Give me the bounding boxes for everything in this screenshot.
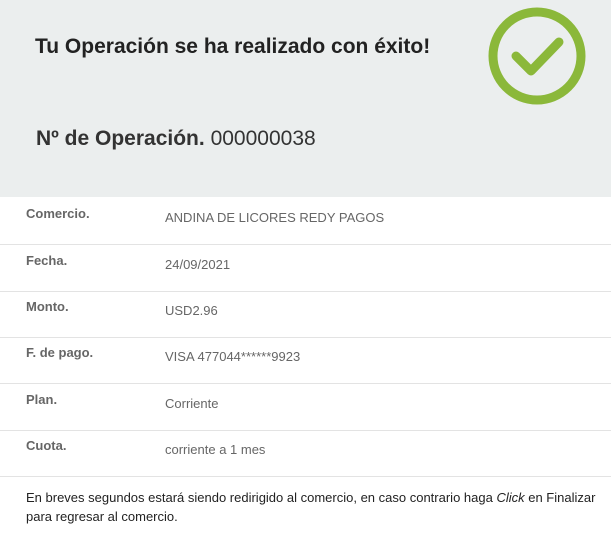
redirect-notice: En breves segundos estará siendo redirig… xyxy=(26,488,601,526)
operation-number-value: 000000038 xyxy=(210,127,316,150)
success-title: Tu Operación se ha realizado con éxito! xyxy=(35,35,431,58)
detail-label: Fecha. xyxy=(26,253,68,268)
detail-label: Plan. xyxy=(26,392,58,407)
detail-label: Comercio. xyxy=(26,206,90,221)
success-header: Tu Operación se ha realizado con éxito! … xyxy=(0,0,611,197)
detail-label: Monto. xyxy=(26,299,69,314)
detail-value: USD2.96 xyxy=(165,303,218,318)
detail-label: Cuota. xyxy=(26,438,67,453)
detail-value: corriente a 1 mes xyxy=(165,442,266,457)
redirect-notice-emphasis: Click xyxy=(496,490,525,505)
detail-row-monto: Monto. USD2.96 xyxy=(0,291,611,338)
detail-row-fecha: Fecha. 24/09/2021 xyxy=(0,245,611,292)
detail-value: Corriente xyxy=(165,396,219,411)
detail-row-forma-pago: F. de pago. VISA 477044******9923 xyxy=(0,337,611,384)
detail-row-plan: Plan. Corriente xyxy=(0,384,611,431)
operation-number-label: Nº de Operación. xyxy=(36,127,205,150)
detail-value: ANDINA DE LICORES REDY PAGOS xyxy=(165,210,385,225)
detail-label: F. de pago. xyxy=(26,345,94,360)
detail-row-cuota: Cuota. corriente a 1 mes xyxy=(0,430,611,477)
detail-value: VISA 477044******9923 xyxy=(165,349,301,364)
detail-row-comercio: Comercio. ANDINA DE LICORES REDY PAGOS xyxy=(0,198,611,245)
operation-number: Nº de Operación. 000000038 xyxy=(36,127,316,151)
detail-value: 24/09/2021 xyxy=(165,257,231,272)
check-circle-icon xyxy=(488,7,586,105)
redirect-notice-text-start: En breves segundos estará siendo redirig… xyxy=(26,490,497,505)
